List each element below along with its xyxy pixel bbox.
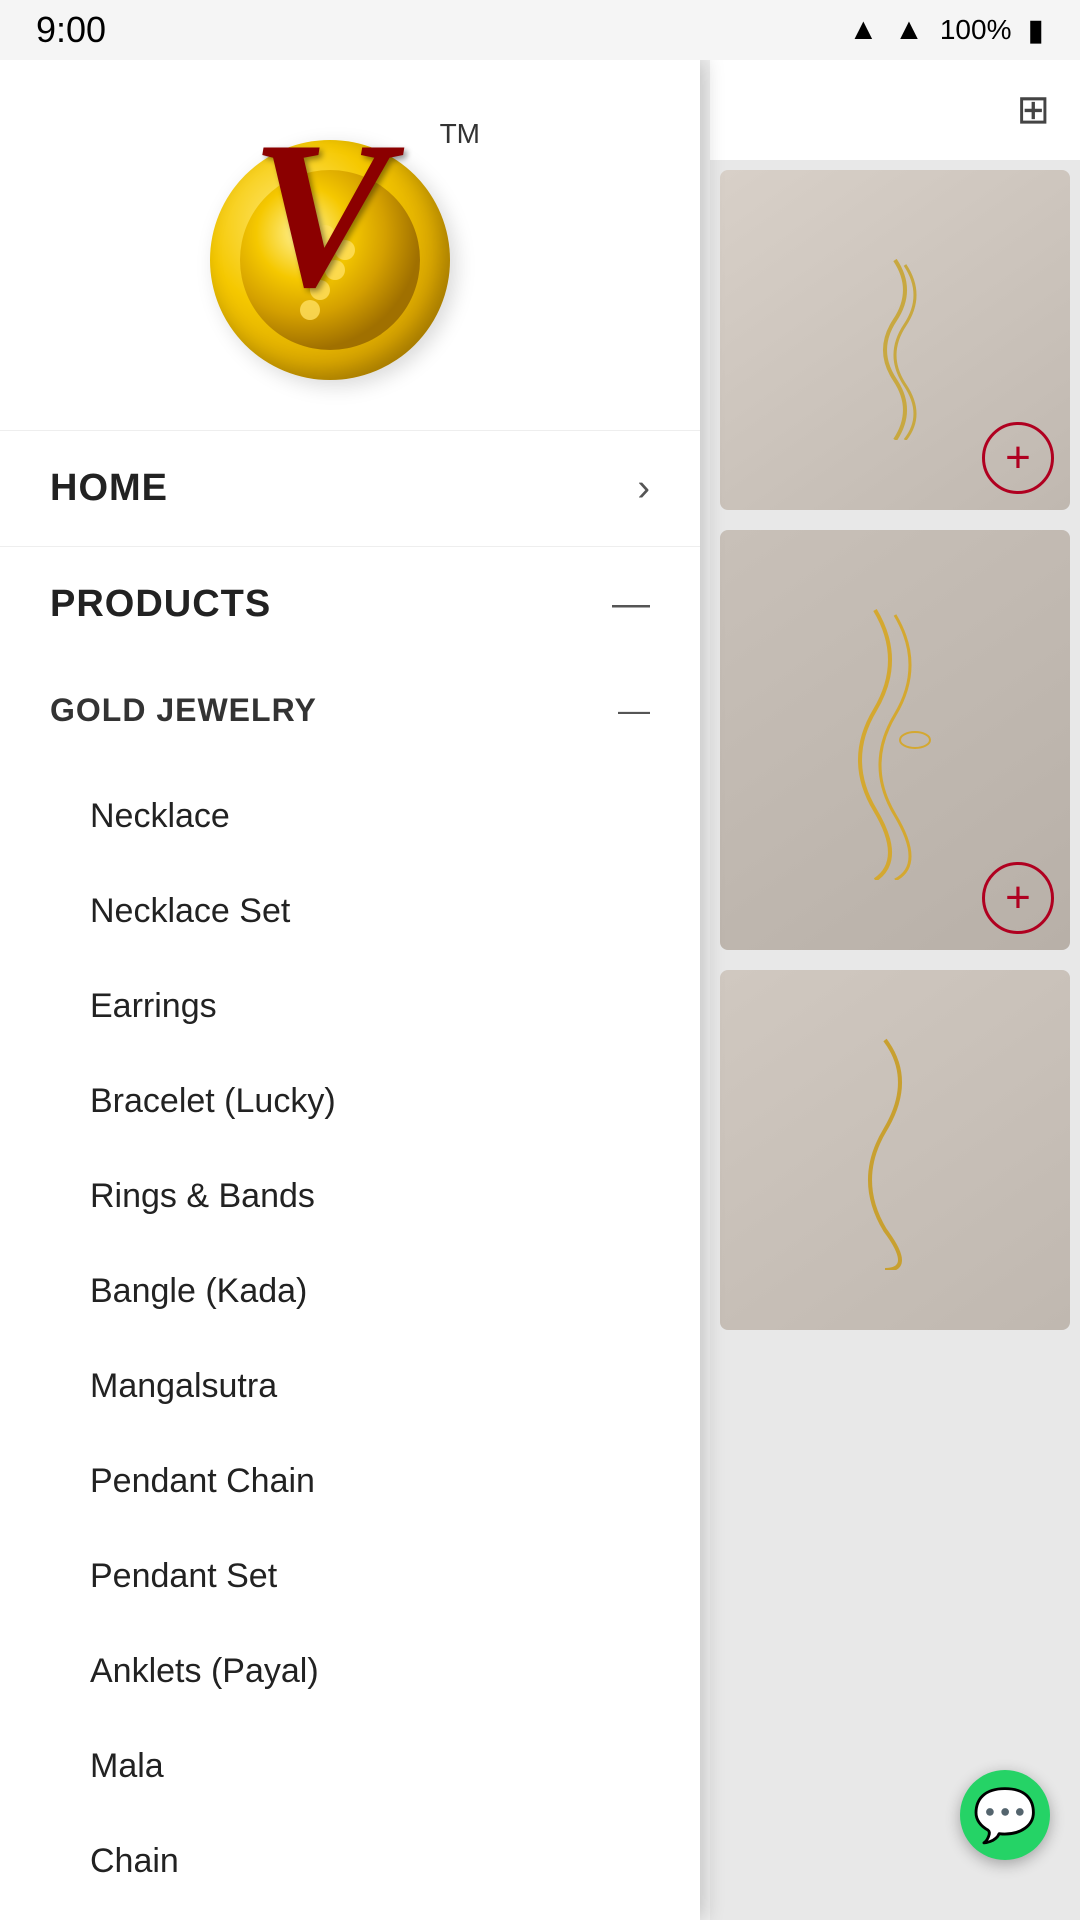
chain-image-1 <box>795 240 995 440</box>
minus-icon-gold: — <box>618 692 650 729</box>
nav-products[interactable]: PRODUCTS — <box>0 547 700 662</box>
category-pendants[interactable]: Pendants <box>90 1909 610 1920</box>
grid-header: ⊞ <box>710 60 1080 160</box>
battery-icon: ▮ <box>1027 13 1044 48</box>
navigation-drawer: TM <box>0 60 700 1920</box>
chevron-right-icon: › <box>637 467 650 510</box>
category-mangalsutra[interactable]: Mangalsutra <box>90 1339 610 1434</box>
gold-jewelry-label: GOLD JEWELRY <box>50 692 317 729</box>
grid-view-icon[interactable]: ⊞ <box>1016 87 1050 133</box>
product-card-1: + <box>720 170 1070 510</box>
category-rings-bands[interactable]: Rings & Bands <box>90 1149 610 1244</box>
whatsapp-button[interactable]: 💬 <box>960 1770 1050 1860</box>
category-necklace-set[interactable]: Necklace Set <box>90 864 610 959</box>
status-icons: ▲ ▲ 100% ▮ <box>848 13 1044 48</box>
category-pendant-set[interactable]: Pendant Set <box>90 1529 610 1624</box>
logo-v: V <box>250 110 390 320</box>
logo-section: TM <box>0 60 700 431</box>
category-anklets[interactable]: Anklets (Payal) <box>90 1624 610 1719</box>
category-mala[interactable]: Mala <box>90 1719 610 1814</box>
logo-container: TM <box>200 100 500 400</box>
category-bracelet[interactable]: Bracelet (Lucky) <box>90 1054 610 1149</box>
gold-jewelry-section[interactable]: GOLD JEWELRY — <box>50 662 650 759</box>
chain-image-3 <box>795 1030 995 1270</box>
product-card-3 <box>720 970 1070 1330</box>
plus-icon-2: + <box>1005 876 1031 920</box>
plus-icon-1: + <box>1005 436 1031 480</box>
product-card-2: + <box>720 530 1070 950</box>
whatsapp-icon: 💬 <box>973 1785 1038 1846</box>
chain-image-2 <box>795 600 995 880</box>
signal-icon: ▲ <box>894 13 924 47</box>
category-pendant-chain[interactable]: Pendant Chain <box>90 1434 610 1529</box>
products-submenu: GOLD JEWELRY — Necklace Necklace Set Ear… <box>0 662 700 1920</box>
nav-home-label: HOME <box>50 467 168 510</box>
battery-label: 100% <box>940 14 1012 46</box>
product-background: ⊞ + + <box>710 60 1080 1920</box>
add-to-cart-1[interactable]: + <box>982 422 1054 494</box>
status-time: 9:00 <box>36 9 106 51</box>
category-bangle[interactable]: Bangle (Kada) <box>90 1244 610 1339</box>
category-chain[interactable]: Chain <box>90 1814 610 1909</box>
minus-icon-products: — <box>612 583 650 626</box>
add-to-cart-2[interactable]: + <box>982 862 1054 934</box>
nav-products-label: PRODUCTS <box>50 583 271 626</box>
logo-tm: TM <box>440 118 480 150</box>
nav-home[interactable]: HOME › <box>0 431 700 547</box>
category-list: Necklace Necklace Set Earrings Bracelet … <box>50 759 650 1920</box>
status-bar: 9:00 ▲ ▲ 100% ▮ <box>0 0 1080 60</box>
category-necklace[interactable]: Necklace <box>90 769 610 864</box>
category-earrings[interactable]: Earrings <box>90 959 610 1054</box>
wifi-icon: ▲ <box>848 13 878 47</box>
